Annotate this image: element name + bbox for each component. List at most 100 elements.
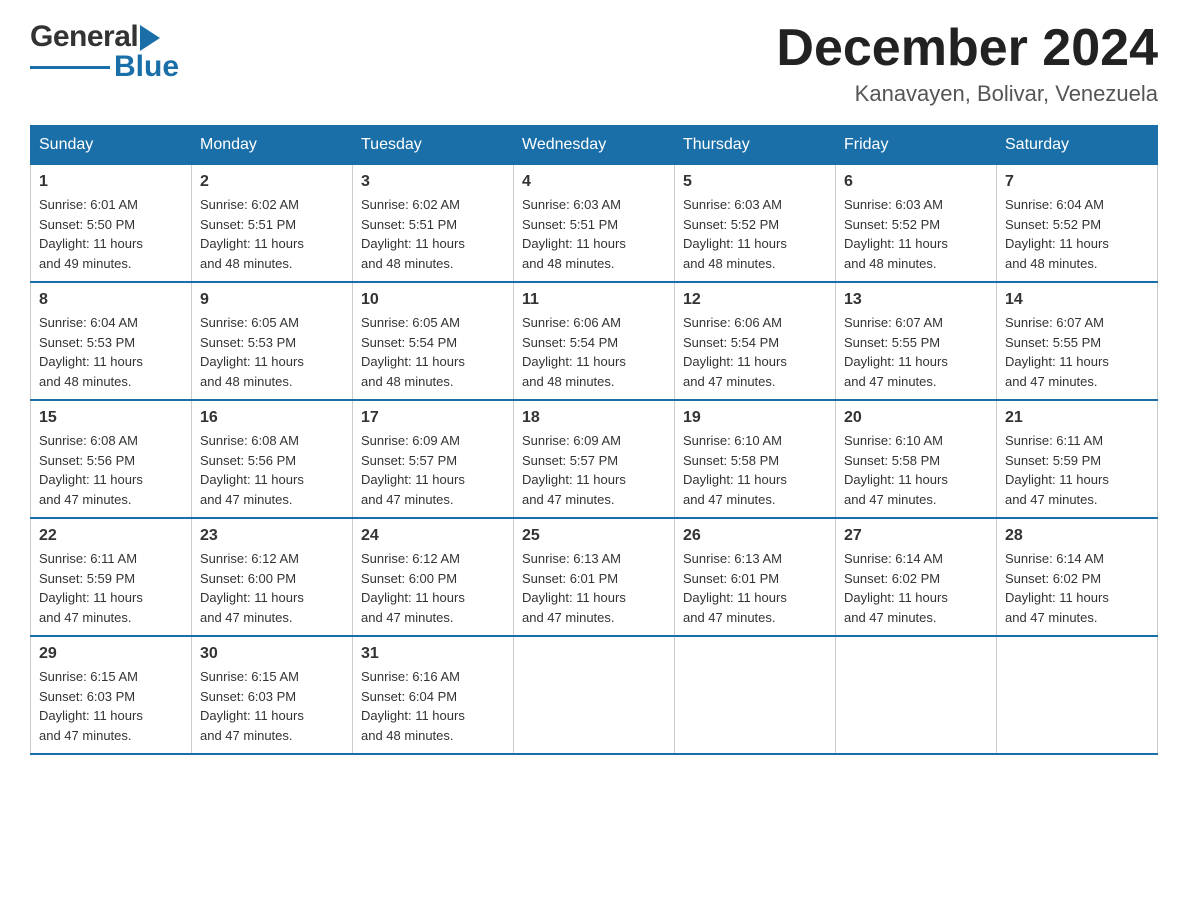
calendar-day-cell: 7Sunrise: 6:04 AMSunset: 5:52 PMDaylight… (997, 165, 1158, 283)
day-number: 29 (39, 645, 183, 663)
page-header: General Blue December 2024 Kanavayen, Bo… (30, 20, 1158, 107)
day-info: Sunrise: 6:09 AMSunset: 5:57 PMDaylight:… (361, 431, 505, 509)
calendar-day-cell: 1 Sunrise: 6:01 AMSunset: 5:50 PMDaylight… (31, 165, 192, 283)
logo: General Blue (30, 20, 179, 84)
calendar-week-row: 15Sunrise: 6:08 AMSunset: 5:56 PMDayligh… (31, 400, 1158, 518)
calendar-day-cell: 19Sunrise: 6:10 AMSunset: 5:58 PMDayligh… (675, 400, 836, 518)
calendar-day-cell: 26 Sunrise: 6:13 AMSunset: 6:01 PMDayligh… (675, 518, 836, 636)
day-number: 26 (683, 527, 827, 545)
day-info: Sunrise: 6:10 AMSunset: 5:58 PMDaylight:… (844, 431, 988, 509)
weekday-header-sunday: Sunday (31, 126, 192, 165)
calendar-day-cell: 22 Sunrise: 6:11 AMSunset: 5:59 PMDayligh… (31, 518, 192, 636)
day-number: 3 (361, 173, 505, 191)
day-number: 8 (39, 291, 183, 309)
weekday-header-thursday: Thursday (675, 126, 836, 165)
calendar-day-cell: 17 Sunrise: 6:09 AMSunset: 5:57 PMDayligh… (353, 400, 514, 518)
day-number: 2 (200, 173, 344, 191)
logo-triangle-icon (140, 25, 160, 51)
day-number: 27 (844, 527, 988, 545)
day-number: 18 (522, 409, 666, 427)
calendar-day-cell: 3Sunrise: 6:02 AMSunset: 5:51 PMDaylight… (353, 165, 514, 283)
day-info: Sunrise: 6:11 AMSunset: 5:59 PMDaylight:… (1005, 431, 1149, 509)
day-info: Sunrise: 6:14 AMSunset: 6:02 PMDaylight:… (1005, 549, 1149, 627)
day-info: Sunrise: 6:14 AMSunset: 6:02 PMDaylight:… (844, 549, 988, 627)
calendar-day-cell: 5Sunrise: 6:03 AMSunset: 5:52 PMDaylight… (675, 165, 836, 283)
day-info: Sunrise: 6:12 AMSunset: 6:00 PMDaylight:… (361, 549, 505, 627)
calendar-day-cell: 25Sunrise: 6:13 AMSunset: 6:01 PMDayligh… (514, 518, 675, 636)
day-info: Sunrise: 6:03 AMSunset: 5:51 PMDaylight:… (522, 195, 666, 273)
day-info: Sunrise: 6:01 AMSunset: 5:50 PMDaylight:… (39, 195, 183, 273)
calendar-day-cell: 2 Sunrise: 6:02 AMSunset: 5:51 PMDaylight… (192, 165, 353, 283)
day-info: Sunrise: 6:04 AMSunset: 5:52 PMDaylight:… (1005, 195, 1149, 273)
day-info: Sunrise: 6:11 AMSunset: 5:59 PMDaylight:… (39, 549, 183, 627)
day-info: Sunrise: 6:06 AMSunset: 5:54 PMDaylight:… (683, 313, 827, 391)
day-info: Sunrise: 6:02 AMSunset: 5:51 PMDaylight:… (200, 195, 344, 273)
calendar-day-cell (997, 636, 1158, 754)
weekday-header-row: SundayMondayTuesdayWednesdayThursdayFrid… (31, 126, 1158, 165)
month-title: December 2024 (776, 20, 1158, 77)
day-info: Sunrise: 6:13 AMSunset: 6:01 PMDaylight:… (683, 549, 827, 627)
logo-general-text: General (30, 20, 138, 54)
day-number: 14 (1005, 291, 1149, 309)
day-number: 1 (39, 173, 183, 191)
day-number: 21 (1005, 409, 1149, 427)
day-number: 16 (200, 409, 344, 427)
day-info: Sunrise: 6:04 AMSunset: 5:53 PMDaylight:… (39, 313, 183, 391)
day-number: 6 (844, 173, 988, 191)
calendar-day-cell (675, 636, 836, 754)
day-number: 24 (361, 527, 505, 545)
calendar-day-cell: 31 Sunrise: 6:16 AMSunset: 6:04 PMDayligh… (353, 636, 514, 754)
calendar-day-cell (514, 636, 675, 754)
day-info: Sunrise: 6:03 AMSunset: 5:52 PMDaylight:… (844, 195, 988, 273)
day-number: 12 (683, 291, 827, 309)
calendar-day-cell: 16Sunrise: 6:08 AMSunset: 5:56 PMDayligh… (192, 400, 353, 518)
day-info: Sunrise: 6:16 AMSunset: 6:04 PMDaylight:… (361, 667, 505, 745)
calendar-day-cell: 13Sunrise: 6:07 AMSunset: 5:55 PMDayligh… (836, 282, 997, 400)
day-info: Sunrise: 6:09 AMSunset: 5:57 PMDaylight:… (522, 431, 666, 509)
calendar-day-cell: 21 Sunrise: 6:11 AMSunset: 5:59 PMDayligh… (997, 400, 1158, 518)
calendar-day-cell: 18 Sunrise: 6:09 AMSunset: 5:57 PMDayligh… (514, 400, 675, 518)
calendar-day-cell: 27 Sunrise: 6:14 AMSunset: 6:02 PMDayligh… (836, 518, 997, 636)
day-info: Sunrise: 6:06 AMSunset: 5:54 PMDaylight:… (522, 313, 666, 391)
day-number: 31 (361, 645, 505, 663)
day-info: Sunrise: 6:15 AMSunset: 6:03 PMDaylight:… (39, 667, 183, 745)
calendar-day-cell: 4 Sunrise: 6:03 AMSunset: 5:51 PMDaylight… (514, 165, 675, 283)
day-info: Sunrise: 6:15 AMSunset: 6:03 PMDaylight:… (200, 667, 344, 745)
calendar-day-cell: 8 Sunrise: 6:04 AMSunset: 5:53 PMDaylight… (31, 282, 192, 400)
calendar-day-cell: 30 Sunrise: 6:15 AMSunset: 6:03 PMDayligh… (192, 636, 353, 754)
calendar-day-cell: 6 Sunrise: 6:03 AMSunset: 5:52 PMDaylight… (836, 165, 997, 283)
day-number: 30 (200, 645, 344, 663)
day-info: Sunrise: 6:12 AMSunset: 6:00 PMDaylight:… (200, 549, 344, 627)
day-number: 17 (361, 409, 505, 427)
calendar-week-row: 29 Sunrise: 6:15 AMSunset: 6:03 PMDayligh… (31, 636, 1158, 754)
weekday-header-saturday: Saturday (997, 126, 1158, 165)
calendar-day-cell: 28 Sunrise: 6:14 AMSunset: 6:02 PMDayligh… (997, 518, 1158, 636)
day-number: 25 (522, 527, 666, 545)
calendar-day-cell: 9Sunrise: 6:05 AMSunset: 5:53 PMDaylight… (192, 282, 353, 400)
day-info: Sunrise: 6:05 AMSunset: 5:54 PMDaylight:… (361, 313, 505, 391)
calendar-week-row: 22 Sunrise: 6:11 AMSunset: 5:59 PMDayligh… (31, 518, 1158, 636)
calendar-day-cell: 15Sunrise: 6:08 AMSunset: 5:56 PMDayligh… (31, 400, 192, 518)
calendar-day-cell: 29 Sunrise: 6:15 AMSunset: 6:03 PMDayligh… (31, 636, 192, 754)
weekday-header-monday: Monday (192, 126, 353, 165)
day-number: 13 (844, 291, 988, 309)
calendar-day-cell: 10Sunrise: 6:05 AMSunset: 5:54 PMDayligh… (353, 282, 514, 400)
day-number: 4 (522, 173, 666, 191)
calendar-day-cell (836, 636, 997, 754)
day-number: 23 (200, 527, 344, 545)
calendar-table: SundayMondayTuesdayWednesdayThursdayFrid… (30, 125, 1158, 755)
calendar-day-cell: 14Sunrise: 6:07 AMSunset: 5:55 PMDayligh… (997, 282, 1158, 400)
calendar-week-row: 1 Sunrise: 6:01 AMSunset: 5:50 PMDaylight… (31, 165, 1158, 283)
day-number: 28 (1005, 527, 1149, 545)
day-number: 15 (39, 409, 183, 427)
day-info: Sunrise: 6:03 AMSunset: 5:52 PMDaylight:… (683, 195, 827, 273)
calendar-week-row: 8 Sunrise: 6:04 AMSunset: 5:53 PMDaylight… (31, 282, 1158, 400)
weekday-header-tuesday: Tuesday (353, 126, 514, 165)
logo-blue-text: Blue (114, 50, 179, 84)
day-number: 22 (39, 527, 183, 545)
calendar-day-cell: 11Sunrise: 6:06 AMSunset: 5:54 PMDayligh… (514, 282, 675, 400)
title-section: December 2024 Kanavayen, Bolivar, Venezu… (776, 20, 1158, 107)
day-info: Sunrise: 6:05 AMSunset: 5:53 PMDaylight:… (200, 313, 344, 391)
weekday-header-wednesday: Wednesday (514, 126, 675, 165)
location-subtitle: Kanavayen, Bolivar, Venezuela (776, 81, 1158, 107)
